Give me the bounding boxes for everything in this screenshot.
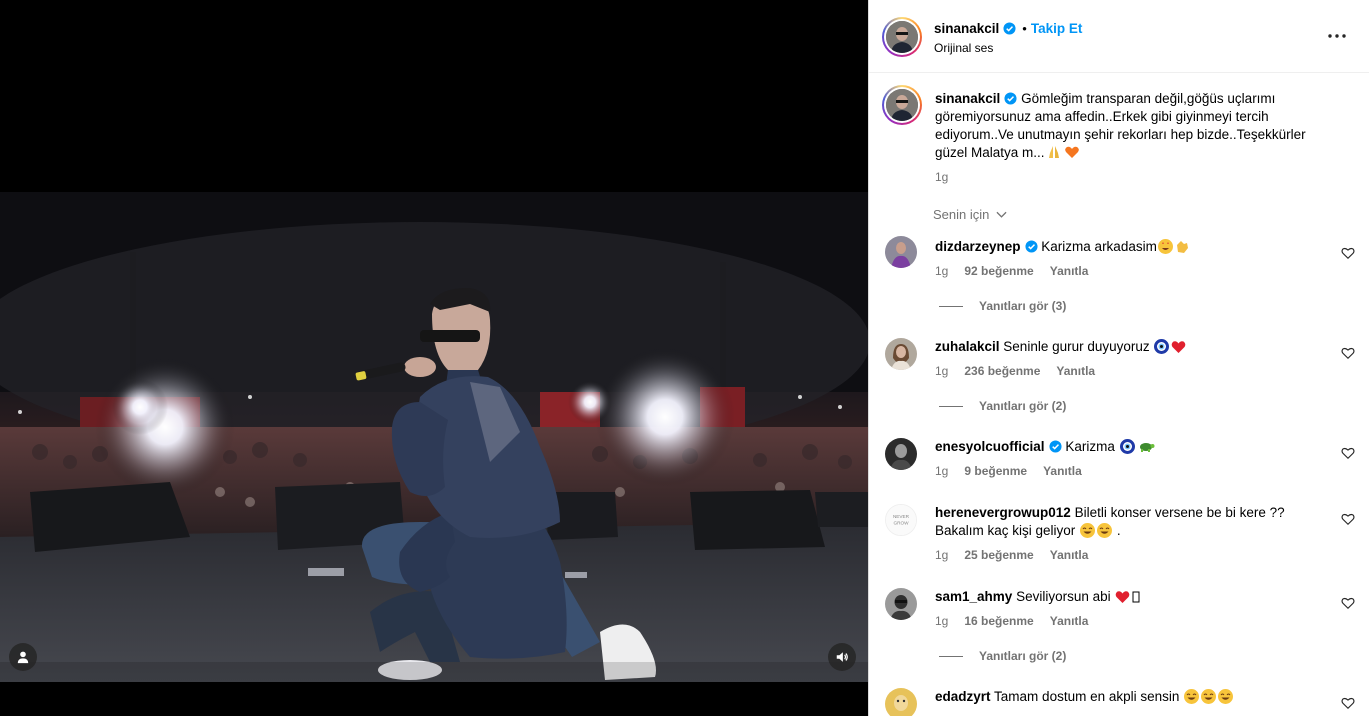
- comment-username[interactable]: dizdarzeynep: [935, 239, 1021, 254]
- turtle-emoji: [1137, 439, 1155, 454]
- commenter-avatar[interactable]: [885, 438, 917, 470]
- comment-time[interactable]: 1g: [935, 364, 948, 378]
- concert-scene-image: [0, 192, 868, 682]
- comment-username[interactable]: zuhalakcil: [935, 339, 1000, 354]
- verified-badge-icon: [1049, 440, 1062, 453]
- mute-toggle-button[interactable]: [828, 643, 856, 671]
- view-replies-button[interactable]: Yanıtları gör (2): [939, 399, 1066, 413]
- verified-badge-icon: [1003, 22, 1016, 35]
- red-heart-emoji: [1171, 339, 1186, 354]
- comment-likes[interactable]: 236 beğenme: [964, 364, 1040, 378]
- joy-emoji: [1097, 523, 1113, 538]
- concert-video[interactable]: [0, 192, 868, 682]
- author-avatar[interactable]: [882, 17, 922, 57]
- tagged-user-button[interactable]: [9, 643, 37, 671]
- replies-divider: [939, 306, 963, 308]
- commenter-avatar[interactable]: NEVER GROW: [885, 504, 917, 536]
- like-heart-icon[interactable]: [1341, 246, 1355, 260]
- follow-button[interactable]: Takip Et: [1031, 21, 1083, 36]
- clapping-hands-emoji: [1175, 239, 1190, 254]
- reply-button[interactable]: Yanıtla: [1050, 548, 1089, 562]
- caption-username[interactable]: sinanakcil: [935, 91, 1000, 106]
- reply-button[interactable]: Yanıtla: [1050, 614, 1089, 628]
- like-heart-icon[interactable]: [1341, 346, 1355, 360]
- view-replies-label: Yanıtları gör (2): [979, 649, 1067, 663]
- nazar-amulet-emoji: [1119, 439, 1135, 454]
- comment-text: Seviliyorsun abi: [1016, 589, 1115, 604]
- post-header: sinanakcil • Takip Et Orijinal ses: [869, 0, 1369, 73]
- comment-sort-label: Senin için: [933, 207, 990, 222]
- speaker-icon: [836, 652, 848, 662]
- verified-badge-icon: [1024, 240, 1038, 253]
- commenter-avatar[interactable]: [885, 588, 917, 620]
- like-heart-icon[interactable]: [1341, 696, 1355, 710]
- joy-emoji: [1080, 523, 1096, 538]
- audio-label[interactable]: Orijinal ses: [934, 41, 993, 55]
- caption-time[interactable]: 1g: [935, 170, 948, 184]
- post-media[interactable]: [0, 0, 868, 716]
- view-replies-label: Yanıtları gör (2): [979, 399, 1067, 413]
- view-replies-button[interactable]: Yanıtları gör (2): [939, 649, 1066, 663]
- comment-likes[interactable]: 92 beğenme: [964, 264, 1033, 278]
- like-heart-icon[interactable]: [1341, 512, 1355, 526]
- comment-time[interactable]: 1g: [935, 548, 948, 562]
- view-replies-label: Yanıtları gör (3): [979, 299, 1067, 313]
- author-username[interactable]: sinanakcil: [934, 21, 999, 36]
- post-details-panel: sinanakcil • Takip Et Orijinal ses sinanak…: [868, 0, 1369, 716]
- reply-button[interactable]: Yanıtla: [1043, 464, 1082, 478]
- comment-time[interactable]: 1g: [935, 464, 948, 478]
- replies-divider: [939, 656, 963, 658]
- joy-emoji: [1218, 689, 1234, 704]
- more-options-icon[interactable]: [1325, 26, 1349, 46]
- verified-badge-icon: [1004, 92, 1017, 105]
- chevron-down-icon: [996, 211, 1007, 218]
- reply-button[interactable]: Yanıtla: [1056, 364, 1095, 378]
- commenter-avatar[interactable]: [885, 236, 917, 268]
- like-heart-icon[interactable]: [1341, 596, 1355, 610]
- comment-likes[interactable]: 9 beğenme: [964, 464, 1027, 478]
- comment-username[interactable]: enesyolcuofficial: [935, 439, 1045, 454]
- comment-username[interactable]: herenevergrowup012: [935, 505, 1071, 520]
- svg-text:NEVER: NEVER: [893, 514, 910, 519]
- replies-divider: [939, 406, 963, 408]
- comment-likes[interactable]: 25 beğenme: [964, 548, 1033, 562]
- folded-hands-emoji: [1046, 144, 1062, 159]
- comment-sort-dropdown[interactable]: Senin için: [933, 207, 1007, 222]
- user-icon: [17, 651, 29, 664]
- commenter-avatar[interactable]: [885, 688, 917, 716]
- orange-heart-emoji: [1064, 144, 1080, 159]
- comment-username[interactable]: sam1_ahmy: [935, 589, 1012, 604]
- reply-button[interactable]: Yanıtla: [1050, 264, 1089, 278]
- commenter-avatar[interactable]: [885, 338, 917, 370]
- svg-text:GROW: GROW: [893, 521, 909, 526]
- star-struck-emoji: [1157, 239, 1173, 254]
- comment-time[interactable]: 1g: [935, 614, 948, 628]
- comment-text: Karizma arkadasim: [1041, 239, 1157, 254]
- joy-emoji: [1201, 689, 1217, 704]
- comment-likes[interactable]: 16 beğenme: [964, 614, 1033, 628]
- nazar-amulet-emoji: [1154, 339, 1170, 354]
- comment-text-suffix: .: [1113, 523, 1121, 538]
- view-replies-button[interactable]: Yanıtları gör (3): [939, 299, 1066, 313]
- author-photo: [886, 21, 918, 53]
- comment-text: Karizma: [1065, 439, 1119, 454]
- separator-dot: •: [1022, 21, 1027, 36]
- author-photo: [886, 89, 918, 121]
- red-heart-emoji: [1115, 589, 1130, 604]
- caption-author-avatar[interactable]: [882, 85, 922, 125]
- comment-text: Tamam dostum en akpli sensin: [994, 689, 1184, 704]
- comment-time[interactable]: 1g: [935, 264, 948, 278]
- missing-glyph-box: [1132, 589, 1141, 604]
- comment-text: Seninle gurur duyuyoruz: [1003, 339, 1154, 354]
- joy-emoji: [1184, 689, 1200, 704]
- comment-username[interactable]: edadzyrt: [935, 689, 991, 704]
- like-heart-icon[interactable]: [1341, 446, 1355, 460]
